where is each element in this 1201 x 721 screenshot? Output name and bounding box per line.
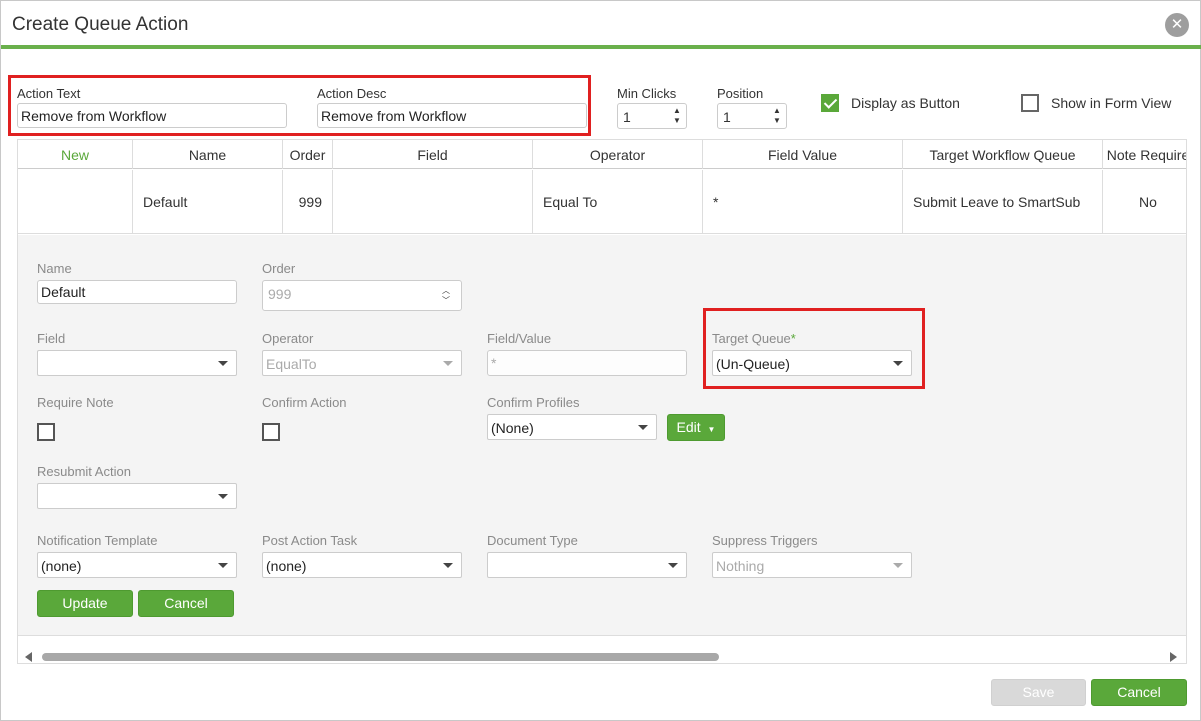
post-action-task-select[interactable]: (none): [262, 552, 462, 578]
show-in-form-view-label: Show in Form View: [1051, 95, 1172, 111]
target-queue-select[interactable]: (Un-Queue): [712, 350, 912, 376]
update-button[interactable]: Update: [37, 590, 133, 617]
row-action-cell: [18, 170, 133, 234]
column-header-target-workflow-queue[interactable]: Target Workflow Queue: [903, 140, 1103, 169]
suppress-triggers-label: Suppress Triggers: [712, 533, 818, 548]
suppress-triggers-select[interactable]: Nothing: [712, 552, 912, 578]
target-queue-highlight: [703, 308, 925, 389]
position-label: Position: [717, 86, 764, 101]
row-order-cell: 999: [283, 170, 333, 234]
horizontal-scrollbar[interactable]: [18, 648, 1186, 663]
dialog-title: Create Queue Action: [12, 14, 189, 35]
stepper-arrows-icon[interactable]: ▲ ▼: [672, 106, 682, 126]
action-text-input[interactable]: Remove from Workflow: [17, 103, 287, 128]
display-as-button-checkbox[interactable]: [821, 94, 839, 112]
row-edit-panel: Name Default Order 999 ︿ ﹀ Field Operator…: [18, 235, 1186, 636]
confirm-profiles-select-value: (None): [491, 420, 534, 436]
confirm-action-checkbox[interactable]: [262, 423, 280, 441]
require-note-label: Require Note: [37, 395, 114, 410]
confirm-profiles-label: Confirm Profiles: [487, 395, 580, 410]
column-header-order[interactable]: Order: [283, 140, 333, 169]
chevron-down-icon: [218, 563, 228, 568]
queue-action-grid: New Name Order Field Operator Field Valu…: [17, 139, 1187, 664]
name-label: Name: [37, 261, 72, 276]
column-header-note-required[interactable]: Note Require: [1103, 140, 1186, 169]
order-value: 999: [268, 286, 292, 302]
post-action-task-select-value: (none): [266, 558, 307, 574]
chevron-down-icon: [893, 563, 903, 568]
min-clicks-value: 1: [623, 109, 631, 125]
edit-button-label: Edit: [676, 419, 701, 435]
chevron-down-icon: [638, 425, 648, 430]
operator-label: Operator: [262, 331, 314, 346]
resubmit-action-label: Resubmit Action: [37, 464, 131, 479]
row-note-required-cell: No: [1139, 194, 1157, 210]
chevron-down-icon: [218, 494, 228, 499]
caret-down-icon: ▼: [707, 425, 716, 434]
target-queue-label: Target Queue*: [712, 331, 796, 346]
scroll-right-icon[interactable]: [1170, 652, 1177, 662]
cancel-button[interactable]: Cancel: [1091, 679, 1187, 706]
order-label: Order: [262, 261, 296, 276]
column-header-operator[interactable]: Operator: [533, 140, 703, 169]
action-desc-input[interactable]: Remove from Workflow: [317, 103, 587, 128]
table-row[interactable]: Default 999 Equal To * Submit Leave to S…: [18, 170, 1186, 234]
title-divider: [1, 45, 1201, 49]
operator-select[interactable]: EqualTo: [262, 350, 462, 376]
target-queue-label-text: Target Queue: [712, 331, 791, 346]
notification-template-select-value: (none): [41, 558, 82, 574]
require-note-checkbox[interactable]: [37, 423, 55, 441]
chevron-down-icon: [668, 563, 678, 568]
document-type-label: Document Type: [487, 533, 578, 548]
document-type-select[interactable]: [487, 552, 687, 578]
row-field-cell: [333, 170, 533, 234]
stepper-arrows-icon[interactable]: ▲ ▼: [772, 106, 782, 126]
row-target-queue-cell: Submit Leave to SmartSub: [903, 170, 1103, 234]
operator-select-value: EqualTo: [266, 356, 317, 372]
required-marker: *: [790, 331, 796, 346]
chevron-down-icon: [218, 361, 228, 366]
save-button[interactable]: Save: [991, 679, 1086, 706]
position-stepper[interactable]: 1 ▲ ▼: [717, 103, 787, 129]
chevron-down-icon: [893, 361, 903, 366]
grid-header: New Name Order Field Operator Field Valu…: [18, 140, 1186, 169]
chevron-down-icon: [443, 563, 453, 568]
field-value-label: Field/Value: [487, 331, 552, 346]
close-icon[interactable]: ✕: [1165, 13, 1189, 37]
name-input[interactable]: Default: [37, 280, 237, 304]
field-label: Field: [37, 331, 66, 346]
chevron-down-icon: [443, 361, 453, 366]
field-select[interactable]: [37, 350, 237, 376]
display-as-button-label: Display as Button: [851, 95, 960, 111]
position-value: 1: [723, 109, 731, 125]
min-clicks-stepper[interactable]: 1 ▲ ▼: [617, 103, 687, 129]
row-operator-cell: Equal To: [533, 170, 703, 234]
row-cancel-button[interactable]: Cancel: [138, 590, 234, 617]
show-in-form-view-checkbox[interactable]: [1021, 94, 1039, 112]
new-row-button[interactable]: New: [18, 140, 133, 169]
action-text-label: Action Text: [17, 86, 81, 101]
post-action-task-label: Post Action Task: [262, 533, 358, 548]
order-stepper[interactable]: 999 ︿ ﹀: [262, 280, 462, 311]
stepper-arrows-icon[interactable]: ︿ ﹀: [441, 286, 451, 306]
notification-template-select[interactable]: (none): [37, 552, 237, 578]
row-field-value-cell: *: [703, 170, 903, 234]
resubmit-action-select[interactable]: [37, 483, 237, 509]
action-desc-label: Action Desc: [317, 86, 387, 101]
target-queue-select-value: (Un-Queue): [716, 356, 790, 372]
column-header-name[interactable]: Name: [133, 140, 283, 169]
scrollbar-thumb[interactable]: [42, 653, 719, 661]
confirm-action-label: Confirm Action: [262, 395, 347, 410]
field-value-input[interactable]: *: [487, 350, 687, 376]
notification-template-label: Notification Template: [37, 533, 158, 548]
column-header-field-value[interactable]: Field Value: [703, 140, 903, 169]
create-queue-action-dialog: Create Queue Action ✕ Action Text Remove…: [0, 0, 1201, 721]
row-name-cell: Default: [133, 170, 283, 234]
scroll-left-icon[interactable]: [25, 652, 32, 662]
min-clicks-label: Min Clicks: [617, 86, 677, 101]
suppress-triggers-select-value: Nothing: [716, 558, 765, 574]
edit-profiles-button[interactable]: Edit ▼: [667, 414, 725, 441]
column-header-field[interactable]: Field: [333, 140, 533, 169]
confirm-profiles-select[interactable]: (None): [487, 414, 657, 440]
